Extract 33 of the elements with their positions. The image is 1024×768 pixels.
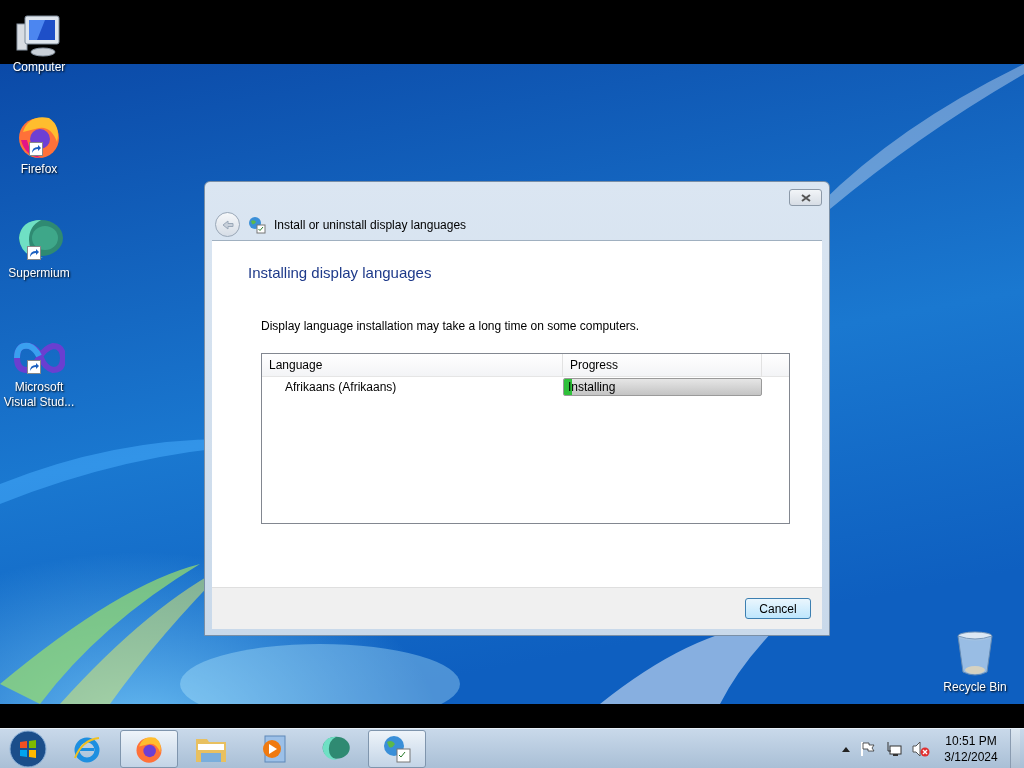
column-header[interactable]: Language	[262, 353, 563, 377]
trash-bin-icon	[955, 630, 995, 678]
column-header[interactable]: Progress	[563, 353, 762, 377]
clock-time: 10:51 PM	[945, 732, 997, 749]
shortcut-arrow-icon	[27, 360, 41, 374]
desktop-icon-label[interactable]: Firefox	[1, 162, 77, 177]
clock[interactable]: 10:51 PM 3/12/2024	[942, 732, 1000, 765]
description-text: Display language installation may take a long time on some computers.	[261, 317, 641, 335]
cancel-button[interactable]: Cancel	[745, 598, 811, 619]
language-cell-text: Afrikaans (Afrikaans)	[284, 378, 398, 396]
flag-icon[interactable]	[860, 740, 876, 757]
clock-date: 3/12/2024	[944, 748, 998, 765]
page-heading: Installing display languages	[248, 263, 433, 283]
globe-checklist-icon	[248, 215, 266, 234]
monitor-icon	[15, 14, 63, 58]
network-icon[interactable]	[886, 740, 902, 757]
taskbar-button[interactable]	[368, 729, 426, 768]
show-desktop-button[interactable]	[1010, 728, 1020, 768]
muted-speaker-icon[interactable]	[912, 740, 930, 757]
taskbar-button[interactable]	[120, 729, 178, 768]
desktop-icon-label[interactable]: Microsoft Visual Stud...	[1, 380, 77, 410]
desktop-icon-label[interactable]: Computer	[1, 60, 77, 75]
back-arrow-icon	[221, 219, 234, 230]
shortcut-arrow-icon	[29, 142, 43, 156]
desktop-icon-label[interactable]: Recycle Bin	[937, 680, 1013, 695]
window-title: Install or uninstall display languages	[274, 216, 467, 234]
shortcut-arrow-icon	[27, 246, 41, 260]
close-button[interactable]	[789, 189, 822, 206]
close-icon	[800, 193, 811, 202]
desktop-icon-label[interactable]: Supermium	[1, 266, 77, 281]
show-hidden-icons-icon[interactable]	[842, 745, 850, 752]
globe-checklist-icon	[382, 733, 412, 764]
start-orb-icon[interactable]	[9, 729, 47, 768]
